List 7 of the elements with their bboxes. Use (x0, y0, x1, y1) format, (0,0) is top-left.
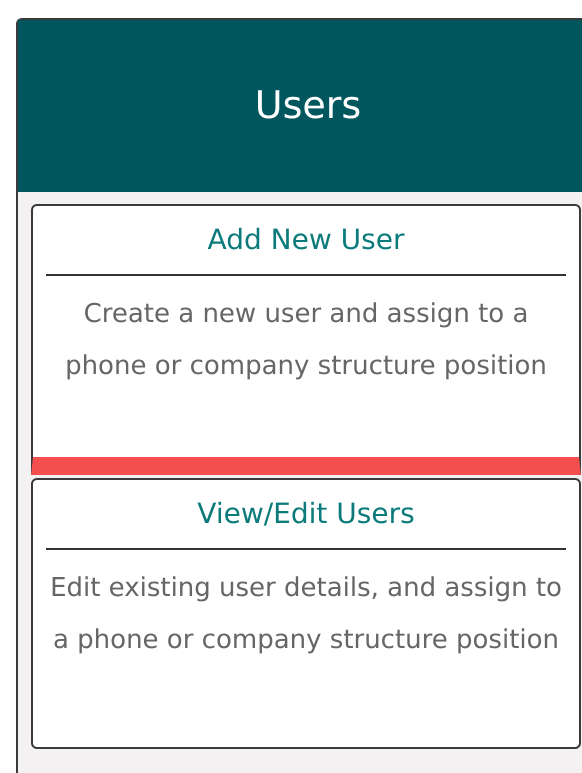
option-card[interactable]: Add New User Create a new user and assign to a phone or company structure position (31, 204, 581, 475)
option-card[interactable]: View/Edit Users Edit existing user details, and assign to a phone or company structure position (31, 478, 581, 749)
card-description: Create a new user and assign to a phone or company structure position (64, 298, 548, 383)
card-title: View/Edit Users (197, 496, 415, 532)
card-title: Add New User (208, 222, 404, 258)
panel-title: Users (254, 82, 362, 130)
card-description: Edit existing user details, and assign to a phone or company structure position (49, 572, 563, 657)
